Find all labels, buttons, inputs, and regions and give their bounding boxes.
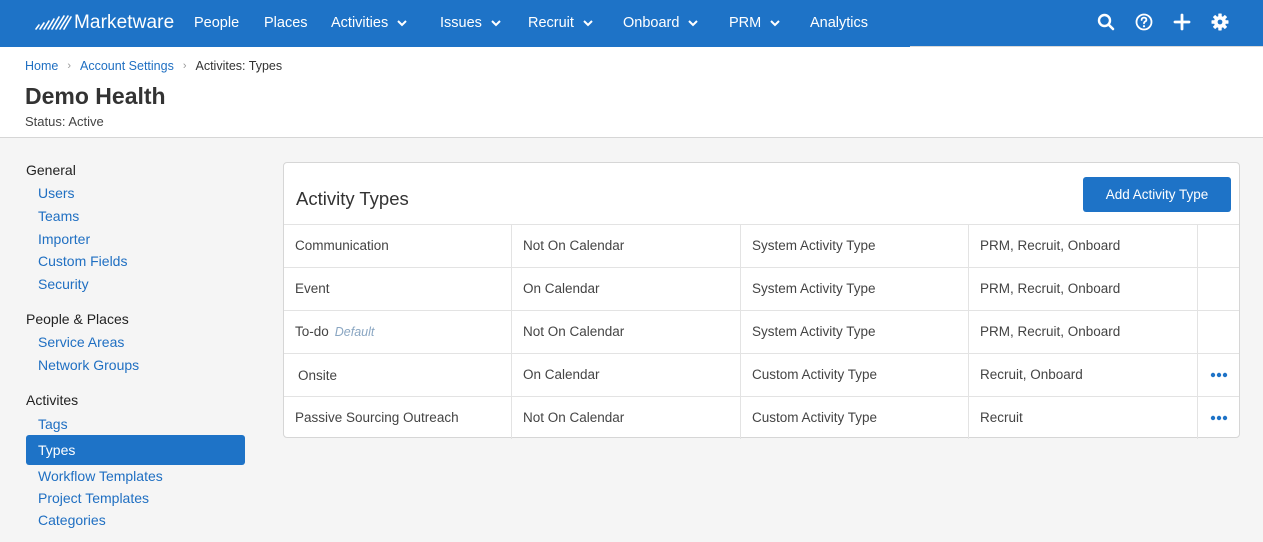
nav-label: Activities xyxy=(331,15,389,31)
chevron-right-icon: › xyxy=(182,60,187,72)
table-row[interactable]: Onsite On Calendar Custom Activity Type … xyxy=(284,353,1239,396)
activity-type-name: Communication xyxy=(284,225,512,267)
table-row[interactable]: Event On Calendar System Activity Type P… xyxy=(284,267,1239,310)
nav-item-activities[interactable]: Activities xyxy=(331,15,408,31)
nav-label: PRM xyxy=(729,15,762,31)
activity-type-kind: Custom Activity Type xyxy=(741,354,969,396)
calendar-setting: Not On Calendar xyxy=(512,225,741,267)
sidebar-item-security[interactable]: Security xyxy=(38,276,89,292)
table-row[interactable]: Communication Not On Calendar System Act… xyxy=(284,224,1239,267)
page-header: Home › Account Settings › Activites: Typ… xyxy=(0,47,1263,138)
more-options-icon[interactable] xyxy=(1210,372,1228,378)
nav-item-onboard[interactable]: Onboard xyxy=(623,15,699,31)
sidebar-group-general: General xyxy=(26,162,76,178)
breadcrumb-account-settings[interactable]: Account Settings xyxy=(80,59,174,73)
chevron-down-icon xyxy=(688,20,699,27)
chevron-right-icon: › xyxy=(67,60,72,72)
nav-item-places[interactable]: Places xyxy=(264,15,308,31)
nav-item-recruit[interactable]: Recruit xyxy=(528,15,594,31)
brand-name: Marketware xyxy=(74,12,175,33)
add-icon[interactable] xyxy=(1172,12,1192,32)
breadcrumb-home[interactable]: Home xyxy=(25,59,58,73)
chevron-down-icon xyxy=(397,20,407,27)
account-status: Status: Active xyxy=(25,114,104,129)
nav-label: Recruit xyxy=(528,15,574,31)
sidebar-item-custom-fields[interactable]: Custom Fields xyxy=(38,253,127,269)
activity-type-name: To-do Default xyxy=(284,311,512,353)
sidebar-item-importer[interactable]: Importer xyxy=(38,231,90,247)
activity-name-text: Event xyxy=(295,281,330,296)
sidebar-item-teams[interactable]: Teams xyxy=(38,208,79,224)
sidebar-group-activites: Activites xyxy=(26,392,79,408)
calendar-setting: Not On Calendar xyxy=(512,397,741,439)
activity-modules: Recruit, Onboard xyxy=(969,354,1198,396)
breadcrumb: Home › Account Settings › Activites: Typ… xyxy=(25,59,282,73)
sidebar-item-network-groups[interactable]: Network Groups xyxy=(38,357,139,373)
nav-item-people[interactable]: People xyxy=(194,15,239,31)
search-icon[interactable] xyxy=(1096,12,1116,32)
calendar-setting: Not On Calendar xyxy=(512,311,741,353)
nav-label: Places xyxy=(264,15,308,31)
card-title: Activity Types xyxy=(296,188,409,209)
activity-name-text: Onsite xyxy=(298,368,338,383)
activity-types-card: Activity Types Add Activity Type Communi… xyxy=(283,162,1240,439)
default-label: Default xyxy=(334,325,375,339)
top-nav: Marketware People Places Activities Issu… xyxy=(0,0,1263,48)
row-actions-cell xyxy=(1198,268,1239,310)
activity-modules: PRM, Recruit, Onboard xyxy=(969,311,1198,353)
row-actions-cell xyxy=(1198,311,1239,353)
activity-modules: PRM, Recruit, Onboard xyxy=(969,225,1198,267)
table-row[interactable]: Passive Sourcing Outreach Not On Calenda… xyxy=(284,396,1239,439)
chevron-down-icon xyxy=(770,20,780,27)
nav-label: Onboard xyxy=(623,15,680,31)
sidebar-item-types[interactable]: Types xyxy=(26,435,245,465)
help-icon[interactable] xyxy=(1134,12,1154,32)
activity-type-name: Passive Sourcing Outreach xyxy=(284,397,512,439)
activity-modules: PRM, Recruit, Onboard xyxy=(969,268,1198,310)
more-options-icon[interactable] xyxy=(1210,415,1228,421)
brand-logo[interactable]: Marketware xyxy=(34,11,174,35)
sidebar-item-project-templates[interactable]: Project Templates xyxy=(38,490,149,506)
sidebar-group-people-places: People & Places xyxy=(26,311,129,327)
nav-item-prm[interactable]: PRM xyxy=(729,15,781,31)
table-row[interactable]: To-do Default Not On Calendar System Acti… xyxy=(284,310,1239,353)
activity-type-kind: Custom Activity Type xyxy=(741,397,969,439)
nav-label: Analytics xyxy=(810,15,869,31)
breadcrumb-current: Activites: Types xyxy=(195,59,283,73)
activity-type-kind: System Activity Type xyxy=(741,268,969,310)
activity-modules: Recruit xyxy=(969,397,1198,439)
activity-name-text: Passive Sourcing Outreach xyxy=(295,410,459,425)
nav-label: People xyxy=(194,15,240,31)
row-actions-cell xyxy=(1198,354,1239,396)
activity-type-name: Onsite xyxy=(284,354,512,396)
add-activity-type-button[interactable]: Add Activity Type xyxy=(1083,177,1231,212)
sidebar-item-tags[interactable]: Tags xyxy=(38,416,68,432)
sidebar-item-categories[interactable]: Categories xyxy=(38,512,106,528)
marketware-logo-icon xyxy=(35,15,72,30)
activity-name-text: Communication xyxy=(295,238,389,253)
nav-item-analytics[interactable]: Analytics xyxy=(810,15,868,31)
activity-type-kind: System Activity Type xyxy=(741,225,969,267)
row-actions-cell xyxy=(1198,397,1239,439)
nav-item-issues[interactable]: Issues xyxy=(440,15,502,31)
sidebar-item-users[interactable]: Users xyxy=(38,185,75,201)
sidebar-item-workflow-templates[interactable]: Workflow Templates xyxy=(38,468,163,484)
row-actions-cell xyxy=(1198,225,1239,267)
settings-icon[interactable] xyxy=(1210,12,1230,32)
activity-type-name: Event xyxy=(284,268,512,310)
page-title: Demo Health xyxy=(25,83,166,109)
chevron-down-icon xyxy=(583,20,593,27)
calendar-setting: On Calendar xyxy=(512,268,741,310)
sidebar-item-service-areas[interactable]: Service Areas xyxy=(38,334,124,350)
activity-name-text: To-do xyxy=(295,324,329,339)
calendar-setting: On Calendar xyxy=(512,354,741,396)
nav-label: Issues xyxy=(440,15,482,31)
activity-type-kind: System Activity Type xyxy=(741,311,969,353)
activity-types-table: Communication Not On Calendar System Act… xyxy=(284,224,1239,439)
chevron-down-icon xyxy=(491,20,501,27)
